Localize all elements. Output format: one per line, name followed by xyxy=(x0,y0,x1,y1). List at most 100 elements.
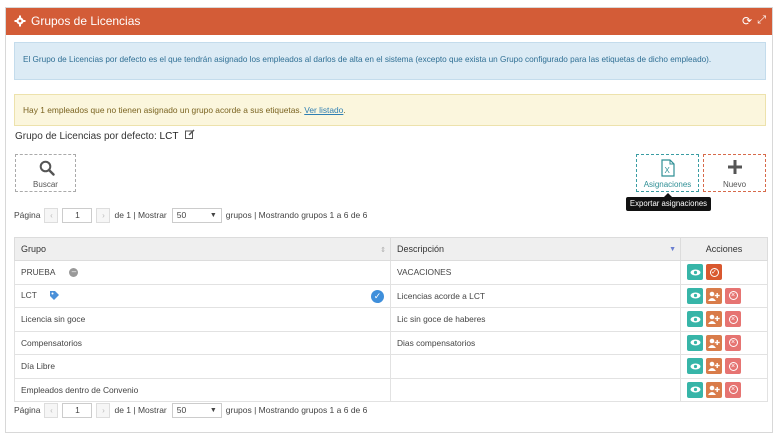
delete-button[interactable]: × xyxy=(725,381,741,398)
prev-page-button[interactable]: ‹ xyxy=(44,402,59,418)
delete-icon: × xyxy=(728,291,738,301)
default-group-label: Grupo de Licencias por defecto: xyxy=(15,131,160,142)
next-page-button[interactable]: › xyxy=(96,402,111,418)
minus-circle-icon: – xyxy=(69,268,79,278)
delete-icon: × xyxy=(728,385,738,395)
table-row[interactable]: LCT ✓ Licencias acorde a LCT × xyxy=(14,283,768,308)
next-page-button[interactable]: › xyxy=(96,207,111,223)
cell-acciones: × xyxy=(680,354,768,379)
export-tooltip: Exportar asignaciones xyxy=(626,193,711,211)
set-default-button[interactable]: ✓ xyxy=(706,264,722,281)
delete-icon: × xyxy=(728,314,738,324)
refresh-icon[interactable]: ⟳ xyxy=(742,14,752,28)
users-icon xyxy=(708,385,720,395)
delete-button[interactable]: × xyxy=(725,358,741,375)
expand-icon[interactable]: ⤢ xyxy=(757,14,766,27)
delete-button[interactable]: × xyxy=(725,287,741,304)
cell-grupo: Licencia sin goce xyxy=(14,307,391,332)
search-icon xyxy=(39,160,55,176)
eye-icon xyxy=(690,269,700,276)
excel-icon: X xyxy=(661,159,675,177)
sort-desc-icon: ▼ xyxy=(669,246,676,253)
chevron-down-icon: ▼ xyxy=(209,211,217,219)
view-button[interactable] xyxy=(687,311,703,328)
chevron-down-icon: ▼ xyxy=(209,406,217,414)
cell-descripcion xyxy=(390,377,681,402)
info-alert: El Grupo de Licencias por defecto es el … xyxy=(14,42,766,80)
panel-header: Grupos de Licencias ⟳ ⤢ xyxy=(6,8,772,35)
cell-acciones: ✓ xyxy=(680,260,768,285)
table-row[interactable]: Compensatorios Dias compensatorios × xyxy=(14,330,768,355)
assign-users-button[interactable] xyxy=(706,334,722,351)
page-input[interactable]: 1 xyxy=(62,207,93,223)
asignaciones-button-label: Asignaciones xyxy=(643,180,692,189)
new-button-label: Nuevo xyxy=(722,180,747,189)
plus-icon xyxy=(728,160,742,174)
page-input[interactable]: 1 xyxy=(62,402,93,418)
users-icon xyxy=(708,291,720,301)
cell-descripcion: Licencias acorde a LCT xyxy=(390,283,681,308)
page-size-select[interactable]: 50 ▼ xyxy=(171,207,222,223)
page-size-value: 50 xyxy=(176,210,187,220)
cell-acciones: × xyxy=(680,377,768,402)
eye-icon xyxy=(690,363,700,370)
search-button[interactable]: Buscar xyxy=(15,154,76,192)
assign-users-button[interactable] xyxy=(706,287,722,304)
assign-users-button[interactable] xyxy=(706,381,722,398)
eye-icon xyxy=(690,292,700,299)
default-group-value: LCT xyxy=(159,131,179,142)
delete-button[interactable]: × xyxy=(725,311,741,328)
cell-acciones: × xyxy=(680,330,768,355)
assign-users-button[interactable] xyxy=(706,358,722,375)
groups-table: Grupo ⇕ Descripción ▼ Acciones PRUEBA – VAC… xyxy=(14,237,768,402)
licencias-panel: Grupos de Licencias ⟳ ⤢ El Grupo de Lice… xyxy=(5,7,773,433)
table-row[interactable]: Día Libre × xyxy=(14,354,768,379)
prev-page-button[interactable]: ‹ xyxy=(44,207,59,223)
column-header-descripcion[interactable]: Descripción ▼ xyxy=(390,237,681,261)
pager-bottom: Página ‹ 1 › de 1 | Mostrar 50 ▼ grupos |… xyxy=(14,402,367,418)
delete-button[interactable]: × xyxy=(725,334,741,351)
sort-icon: ⇕ xyxy=(380,247,386,254)
assign-users-button[interactable] xyxy=(706,311,722,328)
view-button[interactable] xyxy=(687,287,703,304)
asignaciones-button[interactable]: X Asignaciones xyxy=(636,154,699,192)
view-button[interactable] xyxy=(687,381,703,398)
cell-descripcion xyxy=(390,354,681,379)
new-button[interactable]: Nuevo xyxy=(703,154,766,192)
table-row[interactable]: PRUEBA – VACACIONES ✓ xyxy=(14,260,768,285)
default-check-icon: ✓ xyxy=(371,289,384,303)
search-button-label: Buscar xyxy=(33,180,58,189)
cell-grupo: LCT ✓ xyxy=(14,283,391,308)
default-group-line: Grupo de Licencias por defecto: LCT xyxy=(15,129,195,142)
table-row[interactable]: Licencia sin goce Lic sin goce de habere… xyxy=(14,307,768,332)
view-button[interactable] xyxy=(687,358,703,375)
of-label: de 1 | Mostrar xyxy=(114,405,167,415)
users-icon xyxy=(708,314,720,325)
table-row[interactable]: Empleados dentro de Convenio × xyxy=(14,377,768,402)
cell-acciones: × xyxy=(680,307,768,332)
of-label: de 1 | Mostrar xyxy=(114,210,167,220)
page-label: Página xyxy=(14,210,41,220)
cell-grupo: Empleados dentro de Convenio xyxy=(14,377,391,402)
column-header-acciones: Acciones xyxy=(680,237,768,261)
pager-top: Página ‹ 1 › de 1 | Mostrar 50 ▼ grupos |… xyxy=(14,207,367,223)
cell-descripcion: Lic sin goce de haberes xyxy=(390,307,681,332)
view-button[interactable] xyxy=(687,264,703,281)
panel-title: Grupos de Licencias xyxy=(31,14,141,28)
pager-summary: grupos | Mostrando grupos 1 a 6 de 6 xyxy=(225,210,368,220)
pager-summary: grupos | Mostrando grupos 1 a 6 de 6 xyxy=(225,405,368,415)
ver-listado-link[interactable]: Ver listado xyxy=(304,105,343,115)
svg-text:X: X xyxy=(665,166,671,175)
check-circle-icon: ✓ xyxy=(709,267,719,277)
cell-grupo: Compensatorios xyxy=(14,330,391,355)
eye-icon xyxy=(690,316,700,323)
users-icon xyxy=(708,361,720,372)
edit-icon[interactable] xyxy=(185,129,195,142)
view-button[interactable] xyxy=(687,334,703,351)
page-size-select[interactable]: 50 ▼ xyxy=(171,402,222,418)
column-header-grupo[interactable]: Grupo ⇕ xyxy=(14,237,391,261)
warning-text: Hay 1 empleados que no tienen asignado u… xyxy=(23,105,305,115)
tag-icon xyxy=(49,291,59,301)
gear-icon xyxy=(14,15,26,27)
cell-descripcion: VACACIONES xyxy=(390,260,681,285)
